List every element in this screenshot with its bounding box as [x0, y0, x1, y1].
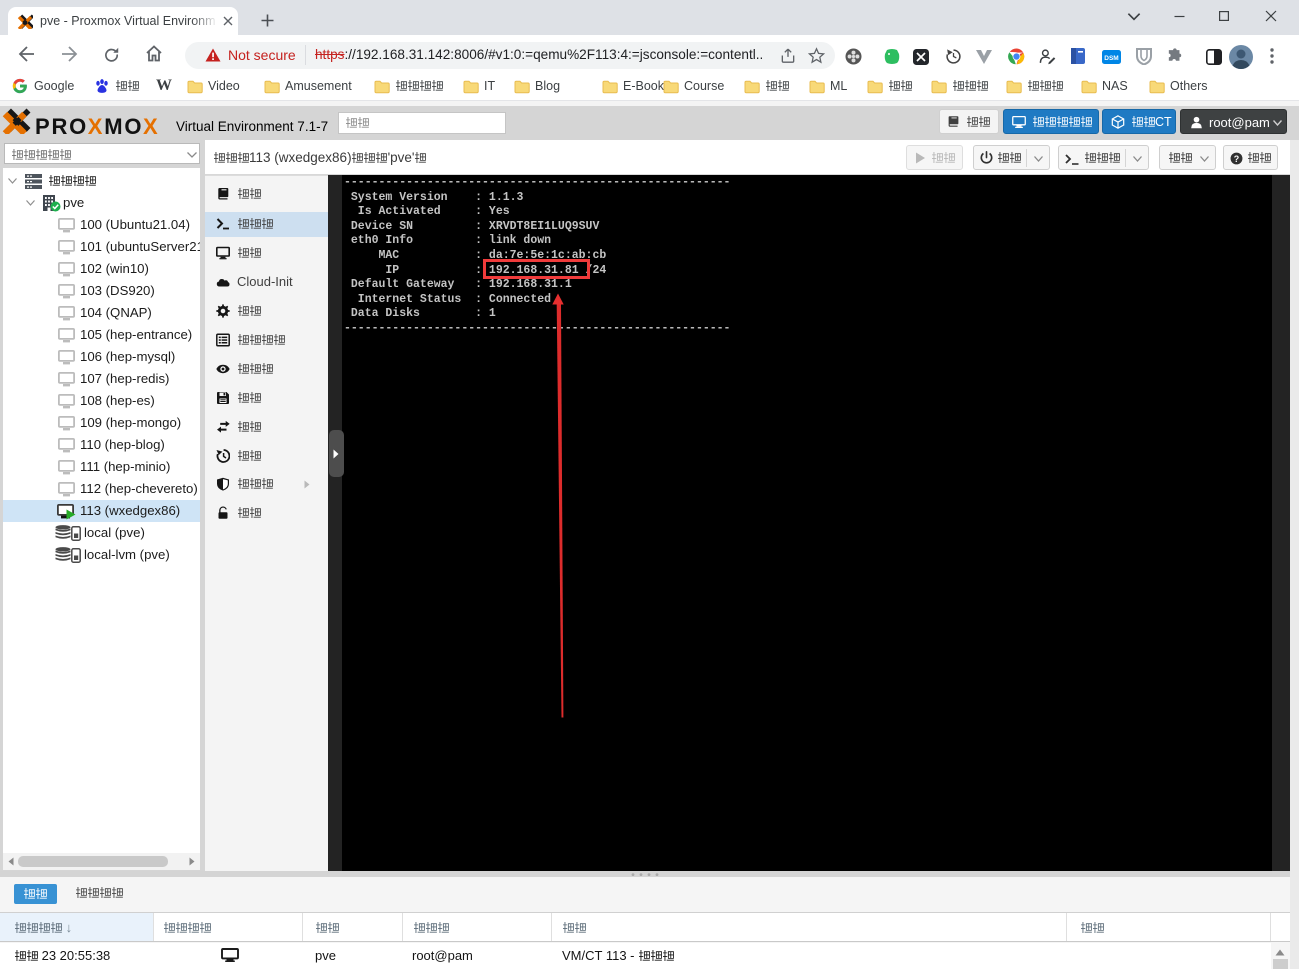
- svg-text:DSM: DSM: [1104, 55, 1118, 62]
- svg-text:?: ?: [1234, 154, 1239, 164]
